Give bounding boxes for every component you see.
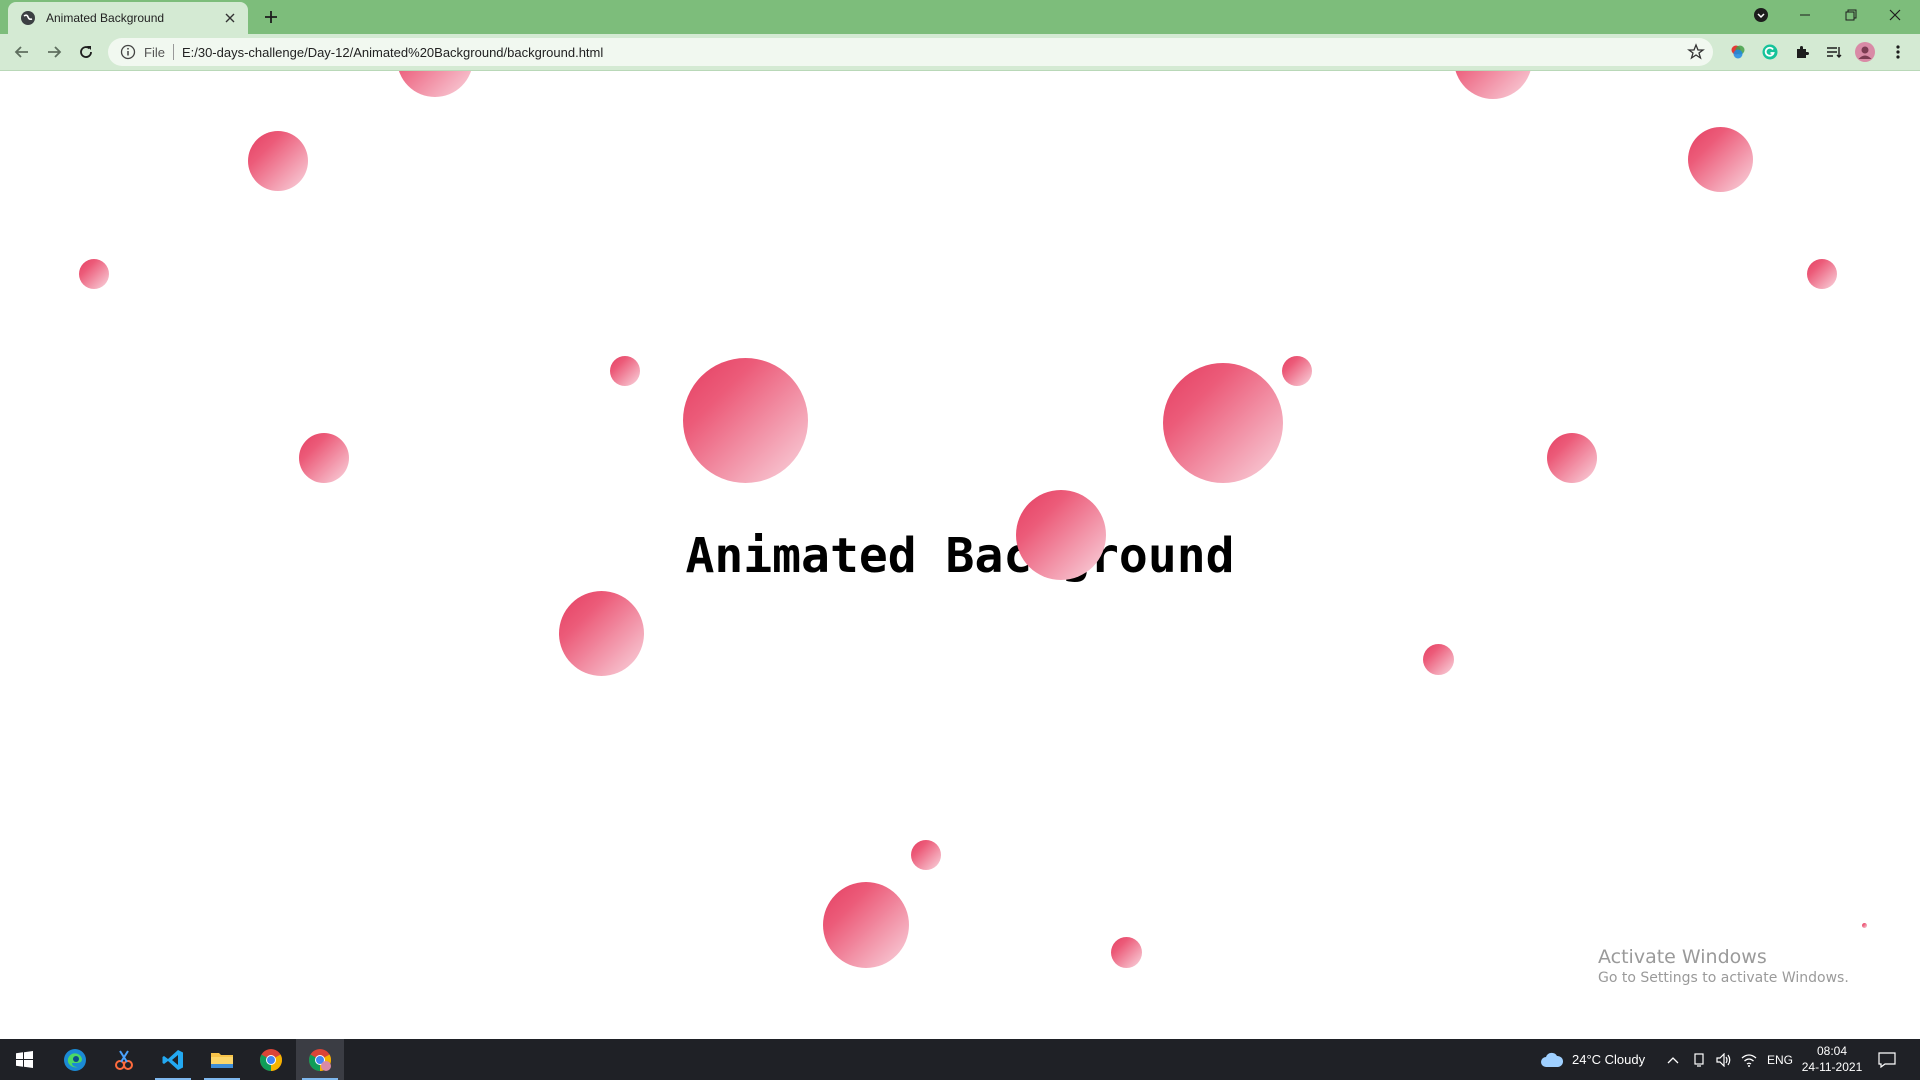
address-divider bbox=[172, 44, 174, 60]
reading-list-icon[interactable] bbox=[1824, 42, 1844, 62]
bubble bbox=[1454, 71, 1532, 99]
bubble bbox=[248, 131, 308, 191]
bubble bbox=[823, 882, 909, 968]
tab-animated-background[interactable]: Animated Background bbox=[8, 2, 248, 34]
snipping-tool-icon[interactable] bbox=[100, 1039, 148, 1080]
bubble bbox=[1423, 644, 1454, 675]
notifications-icon[interactable] bbox=[1878, 1039, 1896, 1080]
bubble bbox=[1862, 923, 1867, 928]
cloud-icon bbox=[1541, 1052, 1564, 1067]
site-info-icon[interactable] bbox=[120, 44, 136, 60]
browser-toolbar: File E:/30-days-challenge/Day-12/Animate… bbox=[0, 34, 1920, 71]
extensions-puzzle-icon[interactable] bbox=[1792, 42, 1812, 62]
bubble bbox=[1111, 937, 1142, 968]
reload-icon[interactable] bbox=[74, 40, 98, 64]
bubble bbox=[79, 259, 109, 289]
restore-icon[interactable] bbox=[1828, 0, 1874, 30]
bubble bbox=[1282, 356, 1312, 386]
weather-widget[interactable]: 24°C Cloudy bbox=[1540, 1039, 1645, 1080]
windows-start-icon[interactable] bbox=[0, 1039, 48, 1080]
new-tab-icon[interactable] bbox=[260, 6, 282, 28]
weather-text: 24°C Cloudy bbox=[1572, 1052, 1646, 1067]
wifi-icon[interactable] bbox=[1741, 1039, 1757, 1080]
minimize-icon[interactable] bbox=[1782, 0, 1828, 30]
bubble bbox=[1688, 127, 1753, 192]
url-text[interactable]: E:/30-days-challenge/Day-12/Animated%20B… bbox=[182, 45, 603, 60]
profile-avatar[interactable] bbox=[1855, 42, 1875, 62]
activate-windows-watermark: Activate Windows Go to Settings to activ… bbox=[1598, 946, 1849, 986]
vscode-icon[interactable] bbox=[149, 1039, 197, 1080]
language-indicator[interactable]: ENG bbox=[1767, 1039, 1793, 1080]
device-icon[interactable] bbox=[1692, 1039, 1706, 1080]
edge-browser-icon[interactable] bbox=[51, 1039, 99, 1080]
watermark-subtitle: Go to Settings to activate Windows. bbox=[1598, 970, 1849, 986]
bubble bbox=[397, 71, 473, 97]
scheme-label: File bbox=[144, 44, 165, 60]
globe-icon bbox=[21, 11, 35, 25]
bubble bbox=[1016, 490, 1106, 580]
address-bar[interactable]: File E:/30-days-challenge/Day-12/Animate… bbox=[108, 38, 1713, 66]
browser-menu-icon[interactable] bbox=[1888, 42, 1908, 62]
bubble bbox=[559, 591, 644, 676]
bubble bbox=[1163, 363, 1283, 483]
clock-date: 24-11-2021 bbox=[1801, 1060, 1863, 1074]
browser-tab-strip: Animated Background bbox=[0, 0, 1920, 34]
windows-taskbar: 24°C Cloudy ENG 08:04 24-11-2021 bbox=[0, 1039, 1920, 1080]
bubble bbox=[911, 840, 941, 870]
chrome-profile-icon[interactable] bbox=[296, 1039, 344, 1080]
bubble bbox=[1547, 433, 1597, 483]
bubble bbox=[299, 433, 349, 483]
tab-title: Animated Background bbox=[46, 11, 165, 25]
bubble bbox=[1807, 259, 1837, 289]
forward-arrow-icon[interactable] bbox=[42, 40, 66, 64]
clock-time: 08:04 bbox=[1816, 1044, 1848, 1058]
close-window-icon[interactable] bbox=[1872, 0, 1918, 30]
file-explorer-icon[interactable] bbox=[198, 1039, 246, 1080]
bubble bbox=[610, 356, 640, 386]
profile-dropdown-icon[interactable] bbox=[1738, 0, 1784, 30]
watermark-title: Activate Windows bbox=[1598, 946, 1767, 968]
clock[interactable]: 08:04 24-11-2021 bbox=[1796, 1043, 1868, 1075]
volume-icon[interactable] bbox=[1716, 1039, 1732, 1080]
bookmark-star-icon[interactable] bbox=[1687, 43, 1705, 61]
chrome-icon[interactable] bbox=[247, 1039, 295, 1080]
bubble bbox=[683, 358, 808, 483]
back-arrow-icon[interactable] bbox=[10, 40, 34, 64]
page-heading: Animated Background bbox=[685, 528, 1235, 584]
grammarly-icon[interactable] bbox=[1760, 42, 1780, 62]
close-tab-icon[interactable] bbox=[220, 8, 240, 28]
page-viewport: Animated Background Activate Windows Go … bbox=[0, 71, 1920, 1039]
show-hidden-icons-chevron-icon[interactable] bbox=[1667, 1039, 1679, 1080]
color-picker-extension-icon[interactable] bbox=[1728, 42, 1748, 62]
